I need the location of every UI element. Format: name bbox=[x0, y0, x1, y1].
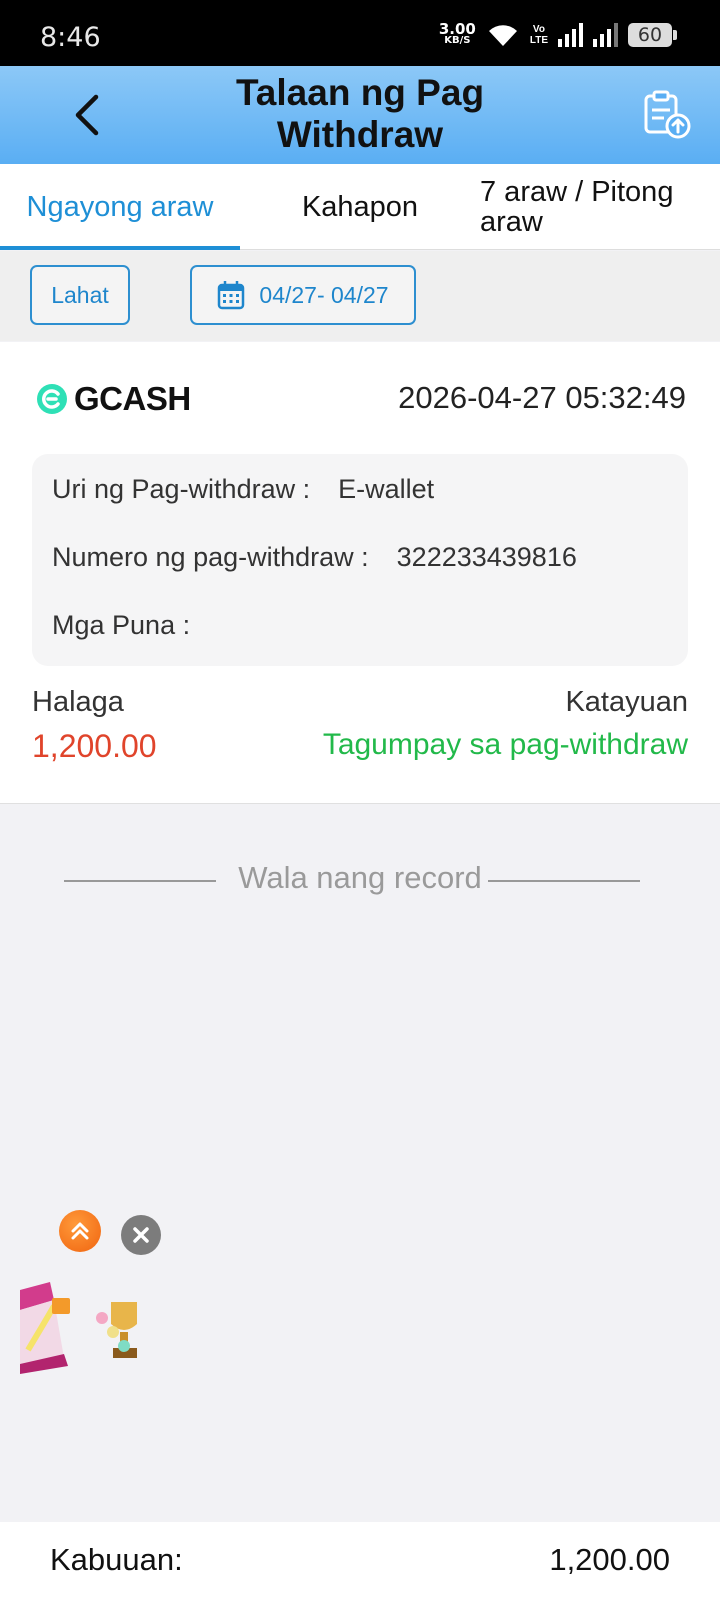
tab-yesterday[interactable]: Kahapon bbox=[260, 164, 460, 250]
signal-icon-sim2 bbox=[593, 23, 618, 47]
record-datetime: 2026-04-27 05:32:49 bbox=[398, 380, 686, 415]
network-speed: 3.00 KB/S bbox=[438, 20, 476, 47]
tab-today[interactable]: Ngayong araw bbox=[0, 164, 240, 250]
gcash-logo: GCASH bbox=[36, 380, 191, 418]
date-range-button[interactable]: 04/27- 04/27 bbox=[190, 265, 416, 325]
divider-left bbox=[64, 880, 216, 882]
withdraw-number-label: Numero ng pag-withdraw : bbox=[52, 542, 369, 572]
status-value: Tagumpay sa pag-withdraw bbox=[322, 728, 688, 761]
app-header: Talaan ng Pag Withdraw bbox=[0, 66, 720, 164]
total-footer: Kabuuan: 1,200.00 bbox=[0, 1522, 720, 1604]
gcash-icon bbox=[37, 384, 67, 414]
remarks-label: Mga Puna : bbox=[52, 610, 191, 640]
status-time: 8:46 bbox=[40, 22, 101, 53]
double-chevron-up-icon bbox=[71, 1222, 89, 1240]
record-details: Uri ng Pag-withdraw : E-wallet Numero ng… bbox=[32, 454, 688, 666]
date-range-label: 04/27- 04/27 bbox=[259, 281, 389, 308]
remarks-row: Mga Puna : bbox=[52, 610, 218, 641]
divider-right bbox=[488, 880, 640, 882]
withdraw-number-row: Numero ng pag-withdraw : 322233439816 bbox=[52, 542, 577, 573]
status-icons: 3.00 KB/S Vo LTE 60 bbox=[438, 18, 677, 52]
status-label: Katayuan bbox=[565, 686, 688, 718]
scroll-top-button[interactable] bbox=[59, 1210, 101, 1252]
wifi-icon bbox=[488, 25, 517, 46]
total-label: Kabuuan: bbox=[50, 1542, 183, 1577]
close-widget-button[interactable] bbox=[121, 1215, 161, 1255]
no-more-records-text: Wala nang record bbox=[238, 860, 482, 895]
no-more-records: Wala nang record bbox=[0, 860, 720, 896]
close-icon bbox=[133, 1227, 149, 1243]
withdraw-type-label: Uri ng Pag-withdraw : bbox=[52, 474, 311, 504]
filter-bar: Lahat 04/27- 04/27 bbox=[0, 251, 720, 341]
withdraw-number-value: 322233439816 bbox=[396, 542, 577, 572]
active-tab-indicator bbox=[0, 246, 240, 250]
tab-seven-days[interactable]: 7 araw / Pitong araw bbox=[480, 164, 710, 250]
amount-value: 1,200.00 bbox=[32, 728, 157, 764]
clipboard-upload-icon bbox=[644, 90, 691, 139]
export-records-button[interactable] bbox=[640, 88, 694, 142]
date-tabs: Ngayong araw Kahapon 7 araw / Pitong ara… bbox=[0, 164, 720, 250]
total-value: 1,200.00 bbox=[549, 1542, 670, 1577]
payment-method: GCASH bbox=[74, 380, 191, 417]
trophy-promo-image[interactable] bbox=[93, 1298, 141, 1368]
status-bar: 8:46 3.00 KB/S Vo LTE 60 bbox=[0, 0, 720, 66]
amount-label: Halaga bbox=[32, 686, 124, 718]
calendar-icon bbox=[218, 281, 245, 310]
withdraw-type-value: E-wallet bbox=[338, 474, 435, 504]
battery-icon: 60 bbox=[628, 23, 677, 47]
volte-icon: Vo LTE bbox=[529, 24, 548, 46]
withdraw-type-row: Uri ng Pag-withdraw : E-wallet bbox=[52, 474, 434, 505]
chevron-left-icon bbox=[75, 94, 99, 136]
signal-icon-sim1 bbox=[558, 23, 583, 47]
promo-banner-image[interactable] bbox=[20, 1280, 72, 1374]
type-filter-button[interactable]: Lahat bbox=[30, 265, 130, 325]
back-button[interactable] bbox=[62, 88, 112, 142]
page-title: Talaan ng Pag Withdraw bbox=[235, 72, 485, 155]
withdraw-record-card[interactable]: GCASH 2026-04-27 05:32:49 Uri ng Pag-wit… bbox=[0, 342, 720, 804]
